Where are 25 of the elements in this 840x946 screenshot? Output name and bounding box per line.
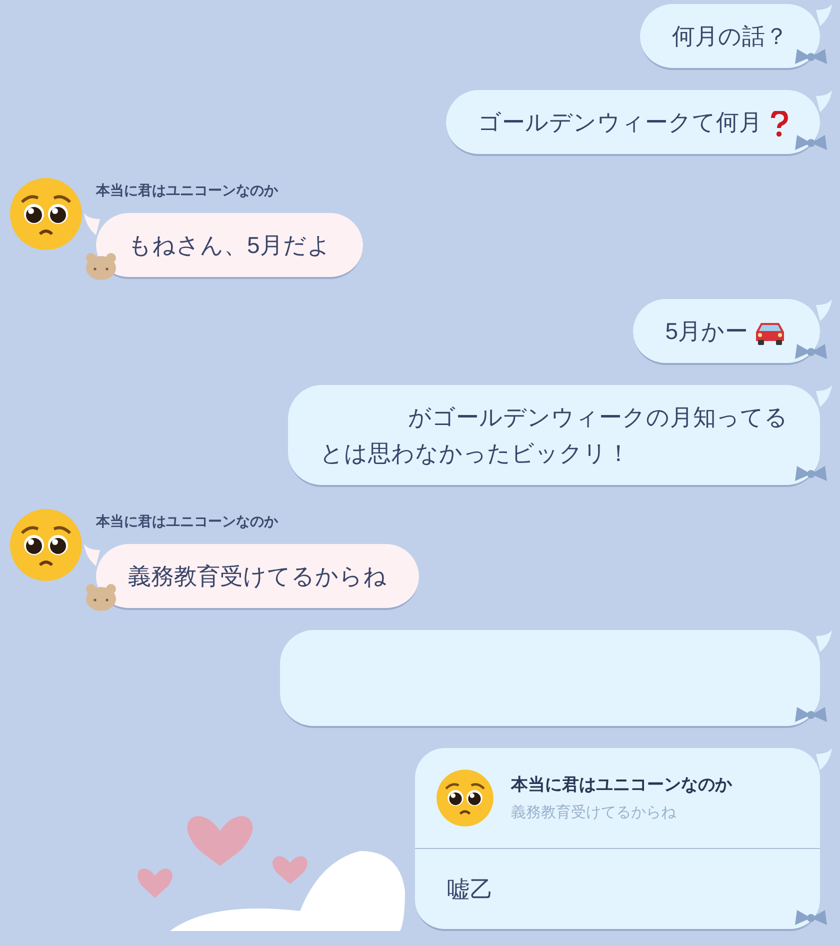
message-text: とは思わなかったビックリ！ (320, 439, 631, 468)
bubble-tail (816, 630, 832, 652)
pleading-face-icon (8, 176, 84, 252)
bear-icon (84, 582, 118, 612)
pleading-face-icon (435, 768, 495, 828)
bubble-tail (84, 213, 100, 235)
message-text: ゴールデンウィークて何月 (478, 106, 788, 138)
message-text: もねさん、5月だよ (128, 231, 331, 260)
message-text: 何月の話？ (672, 22, 788, 51)
message-text: がゴールデンウィークの月知ってる (407, 403, 788, 432)
sender-name: 本当に君はユニコーンなのか (96, 512, 279, 531)
bear-icon (84, 251, 118, 281)
message-text: 嘘乙 (447, 875, 494, 904)
quoted-text: 義務教育受けてるからね (511, 802, 677, 822)
message-text: 5月かー (665, 315, 788, 347)
message-text: 義務教育受けてるからね (128, 562, 387, 591)
pleading-face-icon (8, 507, 84, 583)
bubble-tail (816, 4, 832, 26)
bubble-tail (84, 544, 100, 566)
bubble-tail (816, 90, 832, 112)
bubble-tail (816, 385, 832, 407)
quoted-sender: 本当に君はユニコーンなのか (511, 774, 732, 796)
question-mark-icon (770, 110, 788, 137)
bubble-tail (816, 299, 832, 321)
sender-name: 本当に君はユニコーンなのか (96, 181, 279, 200)
